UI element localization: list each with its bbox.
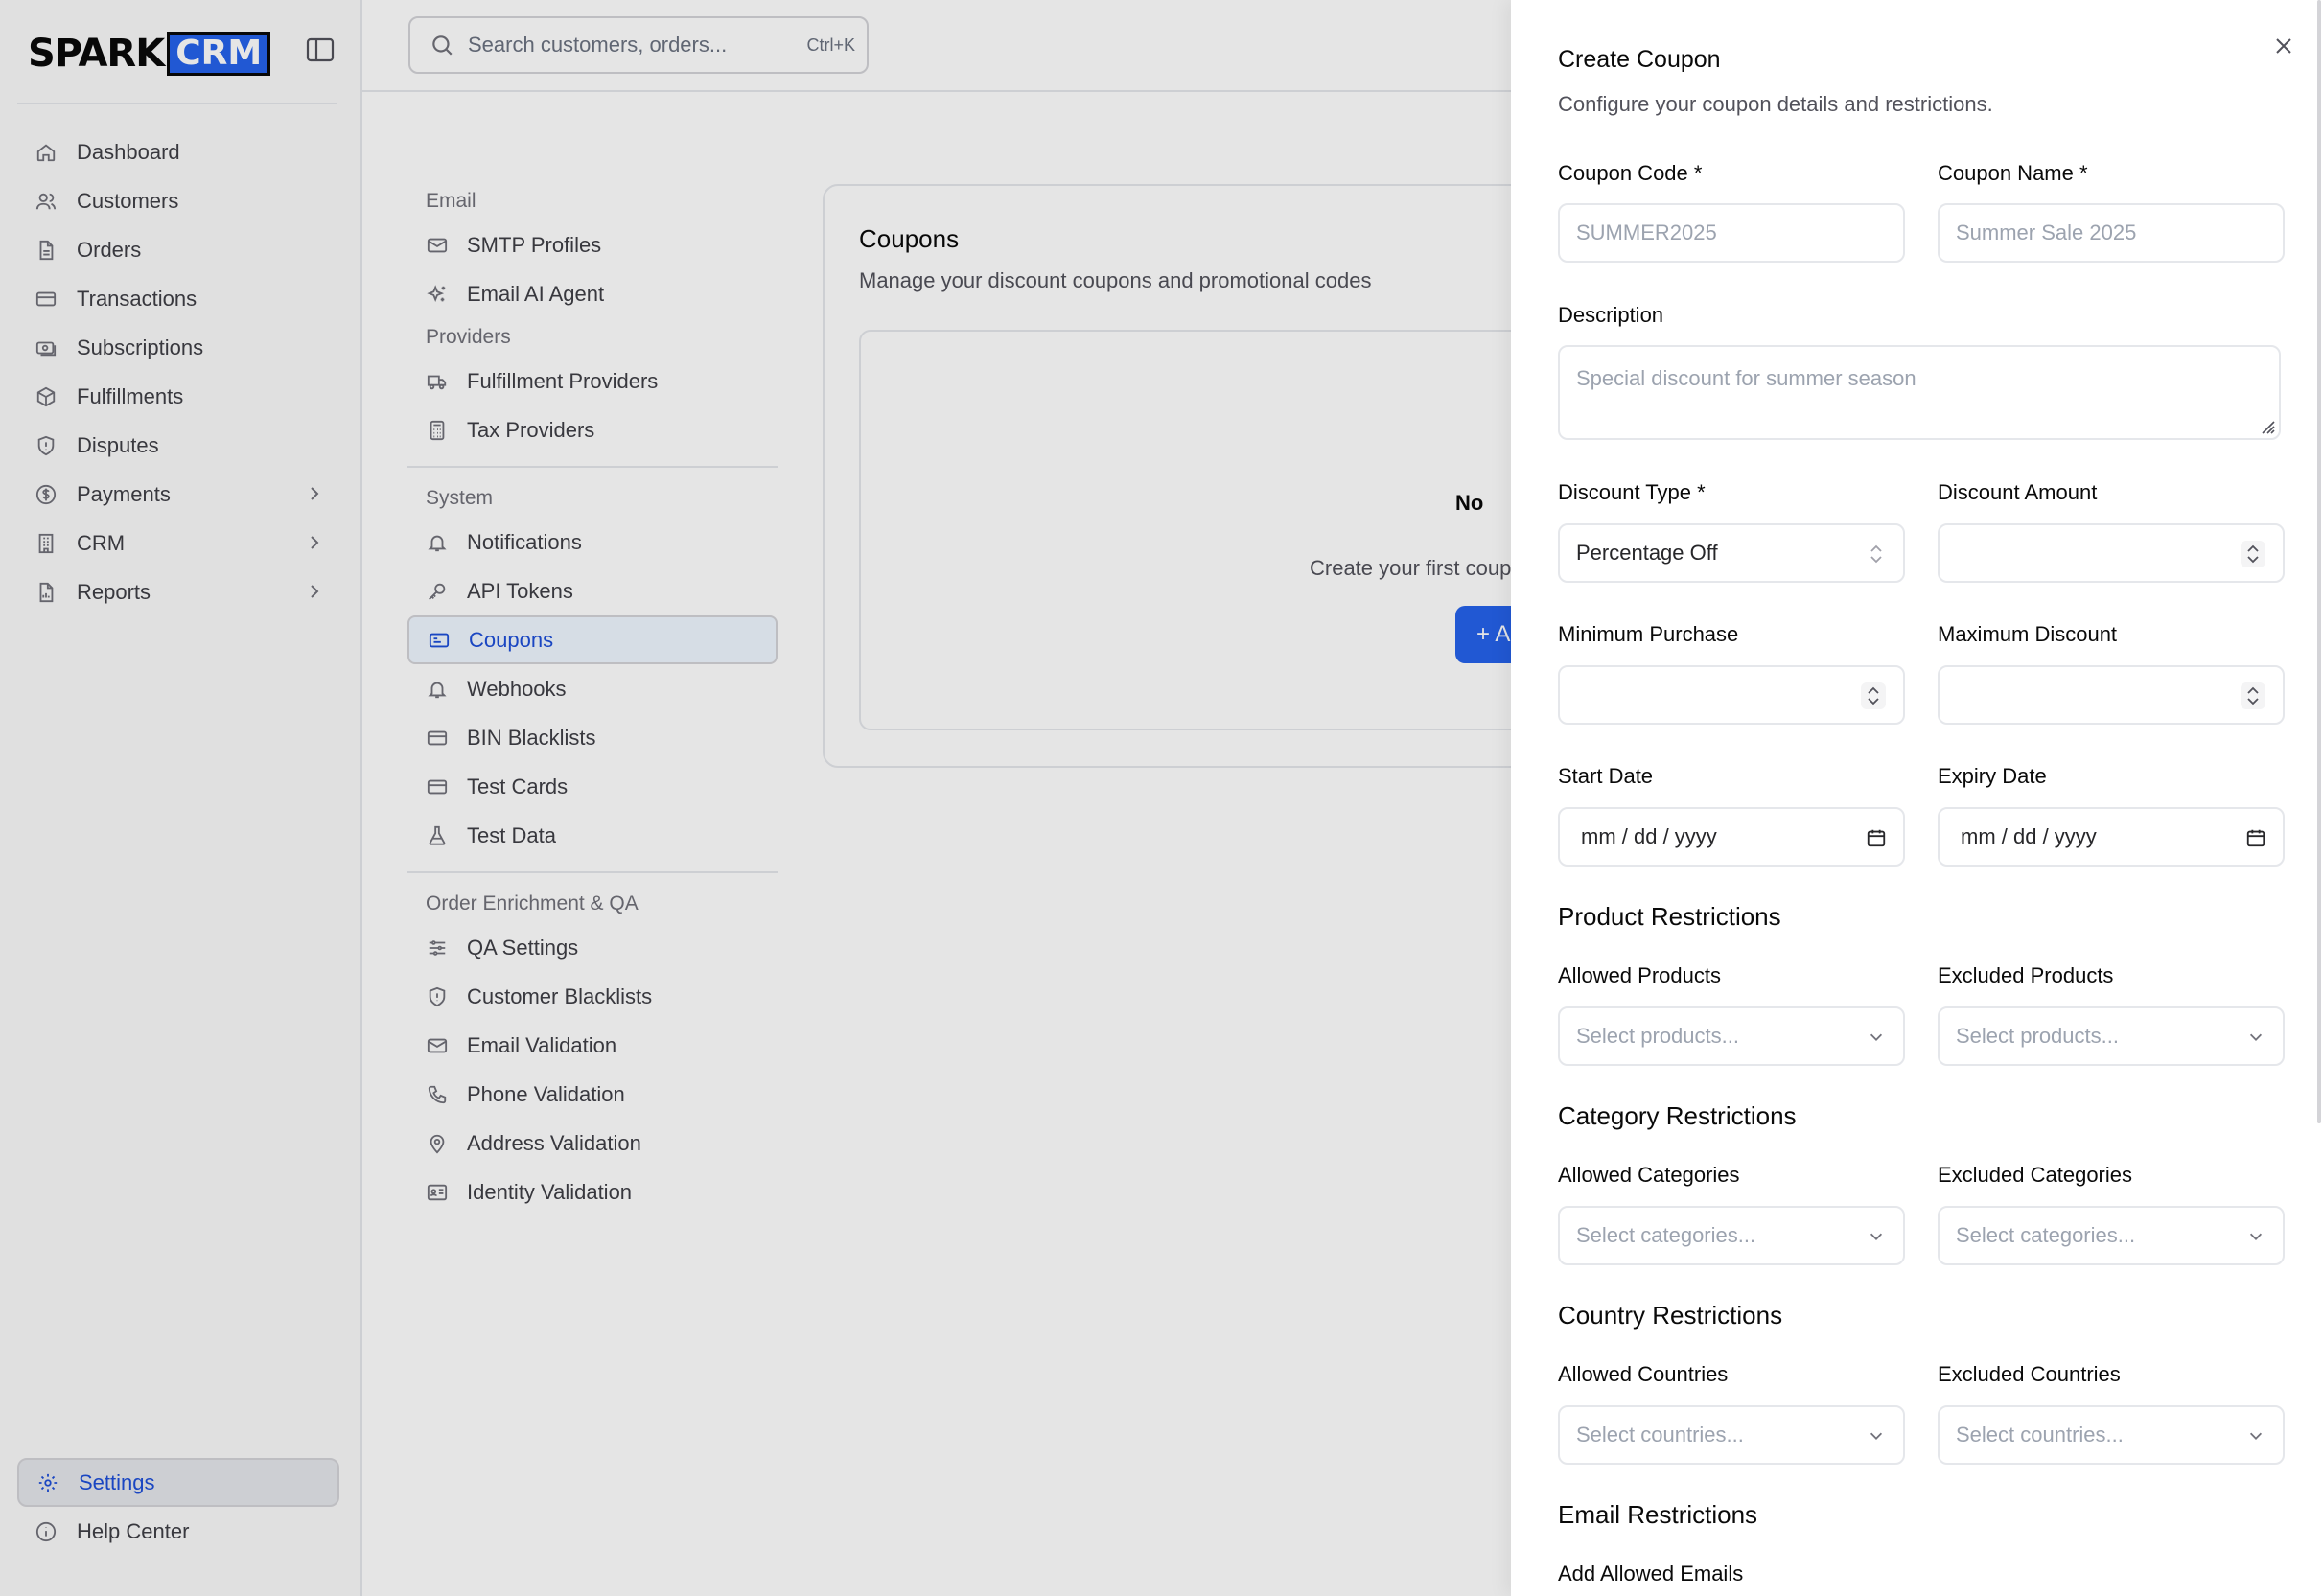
coupon-name-placeholder: Summer Sale 2025 — [1956, 220, 2137, 244]
description-textarea[interactable]: Special discount for summer season — [1558, 345, 2281, 440]
number-stepper[interactable] — [2241, 682, 2265, 709]
excluded-products-label: Excluded Products — [1938, 963, 2114, 987]
calendar-icon[interactable] — [1865, 826, 1888, 849]
allowed-products-label: Allowed Products — [1558, 963, 1721, 987]
excluded-products-select[interactable]: Select products... — [1938, 1006, 2285, 1066]
drawer-subtitle: Configure your coupon details and restri… — [1558, 92, 1993, 116]
allowed-countries-placeholder: Select countries... — [1576, 1423, 1744, 1446]
discount-type-value: Percentage Off — [1576, 541, 1718, 565]
product-restrictions-heading: Product Restrictions — [1558, 902, 1781, 931]
drawer-scrollbar[interactable] — [2317, 0, 2321, 1123]
resize-handle-icon[interactable] — [2258, 417, 2275, 434]
close-icon[interactable] — [2272, 35, 2295, 58]
coupon-code-input[interactable]: SUMMER2025 — [1558, 203, 1905, 263]
discount-amount-label: Discount Amount — [1938, 480, 2098, 504]
minimum-purchase-label: Minimum Purchase — [1558, 622, 1739, 646]
expiry-date-label: Expiry Date — [1938, 764, 2047, 788]
allowed-categories-placeholder: Select categories... — [1576, 1223, 1756, 1247]
excluded-countries-label: Excluded Countries — [1938, 1362, 2121, 1386]
chevron-down-icon — [2244, 1026, 2267, 1049]
allowed-products-placeholder: Select products... — [1576, 1024, 1739, 1048]
coupon-name-input[interactable]: Summer Sale 2025 — [1938, 203, 2285, 263]
email-restrictions-heading: Email Restrictions — [1558, 1500, 1758, 1529]
minimum-purchase-input[interactable] — [1558, 665, 1905, 725]
chevron-down-icon — [1865, 1424, 1888, 1447]
discount-type-label: Discount Type * — [1558, 480, 1706, 504]
number-stepper[interactable] — [1861, 682, 1886, 709]
description-label: Description — [1558, 303, 1664, 327]
excluded-products-placeholder: Select products... — [1956, 1024, 2119, 1048]
allowed-products-select[interactable]: Select products... — [1558, 1006, 1905, 1066]
select-updown-icon — [1865, 543, 1888, 566]
start-date-placeholder: mm / dd / yyyy — [1581, 824, 1717, 848]
excluded-countries-select[interactable]: Select countries... — [1938, 1405, 2285, 1465]
category-restrictions-heading: Category Restrictions — [1558, 1101, 1797, 1130]
allowed-categories-select[interactable]: Select categories... — [1558, 1206, 1905, 1265]
allowed-emails-label: Add Allowed Emails — [1558, 1561, 1744, 1585]
discount-type-select[interactable]: Percentage Off — [1558, 523, 1905, 583]
allowed-countries-select[interactable]: Select countries... — [1558, 1405, 1905, 1465]
number-stepper[interactable] — [2241, 541, 2265, 567]
modal-overlay[interactable] — [0, 0, 1511, 1596]
country-restrictions-heading: Country Restrictions — [1558, 1301, 1783, 1330]
allowed-countries-label: Allowed Countries — [1558, 1362, 1729, 1386]
description-placeholder: Special discount for summer season — [1576, 366, 1916, 390]
start-date-label: Start Date — [1558, 764, 1654, 788]
chevron-down-icon — [1865, 1026, 1888, 1049]
excluded-categories-select[interactable]: Select categories... — [1938, 1206, 2285, 1265]
maximum-discount-input[interactable] — [1938, 665, 2285, 725]
chevron-down-icon — [2244, 1424, 2267, 1447]
expiry-date-input[interactable]: mm / dd / yyyy — [1938, 807, 2285, 867]
expiry-date-placeholder: mm / dd / yyyy — [1961, 824, 2097, 848]
coupon-name-label: Coupon Name * — [1938, 161, 2088, 185]
calendar-icon[interactable] — [2244, 826, 2267, 849]
coupon-code-placeholder: SUMMER2025 — [1576, 220, 1717, 244]
create-coupon-drawer: Create Coupon Configure your coupon deta… — [1511, 0, 2323, 1596]
chevron-down-icon — [2244, 1225, 2267, 1248]
excluded-countries-placeholder: Select countries... — [1956, 1423, 2124, 1446]
chevron-down-icon — [1865, 1225, 1888, 1248]
discount-amount-input[interactable] — [1938, 523, 2285, 583]
allowed-categories-label: Allowed Categories — [1558, 1163, 1740, 1187]
maximum-discount-label: Maximum Discount — [1938, 622, 2118, 646]
drawer-title: Create Coupon — [1558, 46, 1721, 73]
excluded-categories-placeholder: Select categories... — [1956, 1223, 2136, 1247]
start-date-input[interactable]: mm / dd / yyyy — [1558, 807, 1905, 867]
coupon-code-label: Coupon Code * — [1558, 161, 1703, 185]
excluded-categories-label: Excluded Categories — [1938, 1163, 2133, 1187]
